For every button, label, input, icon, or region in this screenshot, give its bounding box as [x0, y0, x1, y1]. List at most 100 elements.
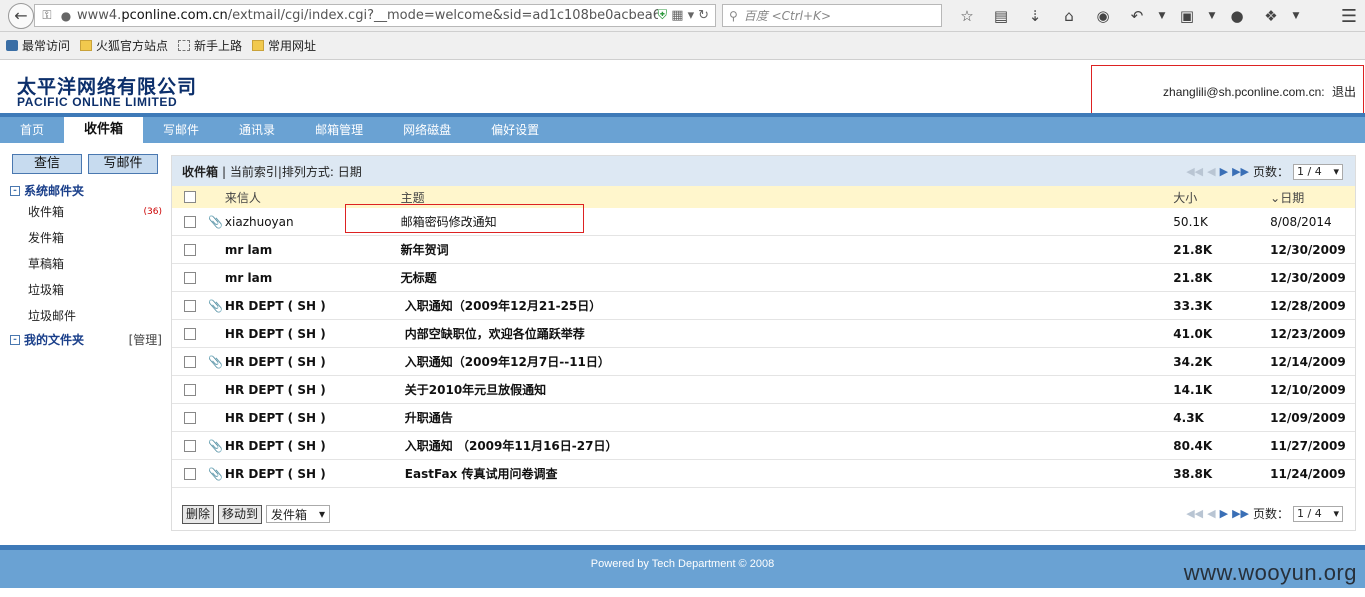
sort-info[interactable]: | 当前索引|排列方式: 日期	[222, 163, 362, 180]
first-page-icon[interactable]: ◀◀	[1186, 507, 1203, 520]
chevron-down-icon[interactable]: ▼	[1204, 4, 1220, 28]
shield-icon[interactable]: ⛨	[658, 8, 668, 23]
row-checkbox[interactable]	[183, 383, 196, 396]
table-row[interactable]: 📎 HR DEPT ( SH ) 入职通知（2009年12月21-25日） 33.3…	[172, 292, 1355, 320]
row-from[interactable]: mr lam	[225, 271, 401, 285]
row-checkbox[interactable]	[183, 439, 196, 452]
row-checkbox[interactable]	[183, 243, 196, 256]
next-page-icon[interactable]: ▶	[1220, 165, 1228, 178]
table-row[interactable]: 📎 HR DEPT ( SH ) 入职通知（2009年12月7日--11日） 34.…	[172, 348, 1355, 376]
my-folders-header[interactable]: - 我的文件夹 [管理]	[10, 331, 162, 348]
tab-inbox[interactable]: 收件箱	[64, 117, 144, 143]
row-from[interactable]: HR DEPT ( SH )	[225, 411, 401, 425]
collapse-icon[interactable]: -	[10, 334, 20, 345]
crop-icon[interactable]: ▣	[1170, 4, 1204, 28]
tab-contacts[interactable]: 通讯录	[219, 117, 295, 143]
undo-icon[interactable]: ↶	[1120, 4, 1154, 28]
table-row[interactable]: mr lam 无标题 21.8K 12/30/2009	[172, 264, 1355, 292]
row-checkbox[interactable]	[183, 299, 196, 312]
row-subject[interactable]: 无标题	[401, 269, 1174, 286]
col-subject[interactable]: 主题	[401, 189, 1174, 206]
globe-icon: ●	[60, 8, 72, 23]
qr-code-icon[interactable]: ▦	[671, 8, 683, 23]
prev-page-icon[interactable]: ◀	[1207, 165, 1215, 178]
tab-preferences[interactable]: 偏好设置	[471, 117, 559, 143]
reading-list-icon[interactable]: ▤	[984, 4, 1018, 28]
sidebar-item-inbox[interactable]: 收件箱 (36)	[10, 199, 162, 225]
bookmark-star-icon[interactable]: ☆	[950, 4, 984, 28]
bookmark-item[interactable]: 常用网址	[252, 37, 316, 54]
select-all-checkbox[interactable]	[183, 191, 196, 203]
tab-net-disk[interactable]: 网络磁盘	[383, 117, 471, 143]
last-page-icon[interactable]: ▶▶	[1232, 165, 1249, 178]
row-checkbox[interactable]	[183, 355, 196, 368]
reload-icon[interactable]: ↻	[698, 8, 709, 23]
last-page-icon[interactable]: ▶▶	[1232, 507, 1249, 520]
search-input[interactable]: ⚲ 百度 <Ctrl+K>	[722, 4, 942, 27]
address-bar[interactable]: ⚿ ● www4.pconline.com.cn/extmail/cgi/ind…	[34, 4, 716, 27]
download-icon[interactable]: ⇣	[1018, 4, 1052, 28]
row-subject[interactable]: 关于2010年元旦放假通知	[401, 381, 1174, 398]
row-checkbox[interactable]	[183, 411, 196, 424]
table-row[interactable]: HR DEPT ( SH ) 升职通告 4.3K 12/09/2009	[172, 404, 1355, 432]
next-page-icon[interactable]: ▶	[1220, 507, 1228, 520]
page-select[interactable]: 1 / 4 ▾	[1293, 505, 1343, 522]
hamburger-menu-icon[interactable]: ☰	[1341, 6, 1357, 27]
bookmark-item[interactable]: 火狐官方站点	[80, 37, 168, 54]
tab-home[interactable]: 首页	[0, 117, 64, 143]
sidebar-item-drafts[interactable]: 草稿箱	[10, 251, 162, 277]
chevron-down-icon[interactable]: ▼	[1288, 4, 1304, 28]
row-subject[interactable]: 入职通知（2009年12月7日--11日）	[401, 353, 1174, 370]
table-row[interactable]: HR DEPT ( SH ) 内部空缺职位，欢迎各位踊跃举荐 41.0K 12/23…	[172, 320, 1355, 348]
row-from[interactable]: HR DEPT ( SH )	[225, 355, 401, 369]
table-row[interactable]: 📎 HR DEPT ( SH ) 入职通知 （2009年11月16日-27日） 80…	[172, 432, 1355, 460]
row-checkbox[interactable]	[183, 271, 196, 284]
sidebar-item-trash[interactable]: 垃圾箱	[10, 277, 162, 303]
tab-compose[interactable]: 写邮件	[143, 117, 219, 143]
row-subject[interactable]: 新年贺词	[401, 241, 1174, 258]
collapse-icon[interactable]: -	[10, 185, 20, 196]
target-folder-select[interactable]: 发件箱 ▾	[266, 505, 331, 523]
chevron-down-icon[interactable]: ▼	[1154, 4, 1170, 28]
sidebar-item-spam[interactable]: 垃圾邮件	[10, 303, 162, 329]
sidebar-item-sent[interactable]: 发件箱	[10, 225, 162, 251]
addon-icon[interactable]: ❖	[1254, 4, 1288, 28]
row-from[interactable]: mr lam	[225, 243, 401, 257]
row-subject[interactable]: EastFax 传真试用问卷调查	[401, 465, 1174, 482]
table-row[interactable]: 📎 HR DEPT ( SH ) EastFax 传真试用问卷调查 38.8K 11/…	[172, 460, 1355, 488]
row-subject[interactable]: 入职通知 （2009年11月16日-27日）	[401, 437, 1174, 454]
row-from[interactable]: HR DEPT ( SH )	[225, 299, 401, 313]
row-from[interactable]: HR DEPT ( SH )	[225, 439, 401, 453]
dropdown-arrow-icon[interactable]: ▾	[688, 8, 695, 23]
home-icon[interactable]: ⌂	[1052, 4, 1086, 28]
row-from[interactable]: HR DEPT ( SH )	[225, 467, 401, 481]
bookmark-item[interactable]: 最常访问	[6, 37, 70, 54]
row-checkbox[interactable]	[183, 215, 196, 228]
chat-icon[interactable]: ◉	[1086, 4, 1120, 28]
row-from[interactable]: HR DEPT ( SH )	[225, 383, 401, 397]
col-from[interactable]: 来信人	[225, 189, 401, 206]
system-folders-header[interactable]: - 系统邮件夹	[10, 182, 162, 199]
row-subject[interactable]: 内部空缺职位，欢迎各位踊跃举荐	[401, 325, 1174, 342]
speech-bubble-icon[interactable]: ●	[1220, 4, 1254, 28]
page-select[interactable]: 1 / 4 ▾	[1293, 163, 1343, 180]
row-checkbox[interactable]	[183, 467, 196, 480]
move-to-button[interactable]: 移动到	[218, 504, 263, 524]
row-subject[interactable]: 入职通知（2009年12月21-25日）	[401, 297, 1174, 314]
table-row[interactable]: HR DEPT ( SH ) 关于2010年元旦放假通知 14.1K 12/10/2…	[172, 376, 1355, 404]
first-page-icon[interactable]: ◀◀	[1186, 165, 1203, 178]
compose-button[interactable]: 写邮件	[88, 154, 158, 174]
row-checkbox[interactable]	[183, 327, 196, 340]
bookmark-item[interactable]: 新手上路	[178, 37, 242, 54]
back-button[interactable]: ←	[8, 2, 34, 29]
row-subject[interactable]: 升职通告	[401, 409, 1174, 426]
check-mail-button[interactable]: 查信	[12, 154, 82, 174]
manage-link[interactable]: [管理]	[129, 331, 162, 348]
row-from[interactable]: HR DEPT ( SH )	[225, 327, 401, 341]
col-date[interactable]: ⌄日期	[1270, 189, 1355, 206]
prev-page-icon[interactable]: ◀	[1207, 507, 1215, 520]
table-row[interactable]: mr lam 新年贺词 21.8K 12/30/2009	[172, 236, 1355, 264]
delete-button[interactable]: 删除	[182, 504, 215, 524]
tab-mailbox-manage[interactable]: 邮箱管理	[295, 117, 383, 143]
col-size[interactable]: 大小	[1173, 189, 1270, 206]
